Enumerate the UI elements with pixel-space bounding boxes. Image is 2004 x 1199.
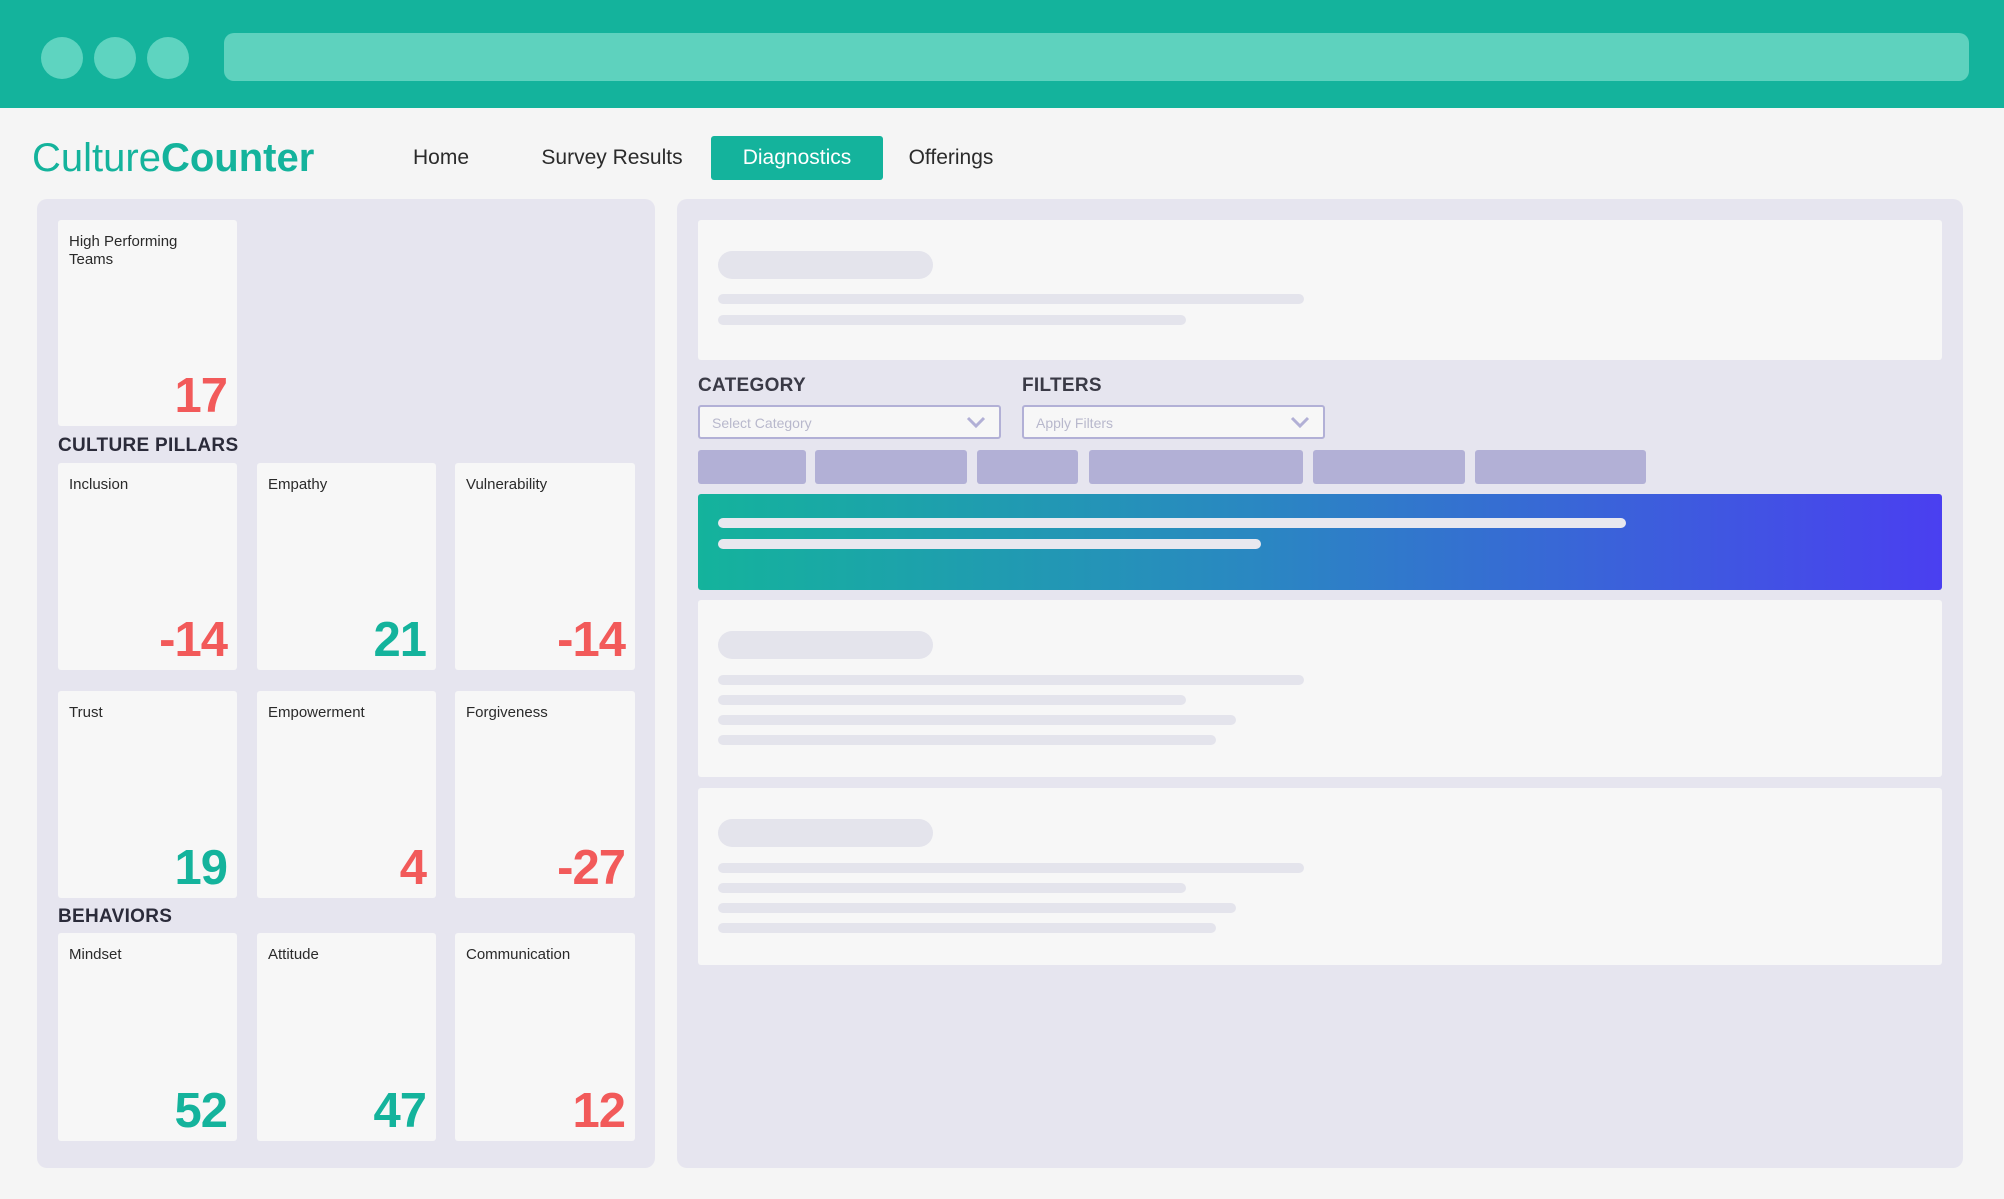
placeholder-line bbox=[718, 923, 1216, 933]
category-select-placeholder: Select Category bbox=[712, 415, 812, 431]
score-card-attitude[interactable]: Attitude 47 bbox=[257, 933, 436, 1141]
score-card-forgiveness[interactable]: Forgiveness -27 bbox=[455, 691, 635, 898]
filter-chip[interactable] bbox=[1089, 450, 1303, 484]
score-card-label: Vulnerability bbox=[466, 476, 548, 493]
chevron-down-icon bbox=[1290, 416, 1310, 429]
placeholder-card-result bbox=[698, 600, 1942, 777]
score-value: 21 bbox=[373, 613, 427, 667]
window-minimize-dot[interactable] bbox=[94, 37, 136, 79]
category-label: CATEGORY bbox=[698, 375, 806, 396]
nav-offerings[interactable]: Offerings bbox=[898, 136, 1004, 180]
score-value: 47 bbox=[373, 1084, 427, 1138]
placeholder-title bbox=[718, 819, 933, 847]
placeholder-line bbox=[718, 675, 1304, 685]
highlight-banner bbox=[698, 494, 1942, 590]
score-card-label: Communication bbox=[466, 946, 571, 963]
score-card-label: High Performing Teams bbox=[69, 233, 178, 268]
score-value: 4 bbox=[399, 841, 427, 895]
filter-chip[interactable] bbox=[977, 450, 1078, 484]
nav-survey-results[interactable]: Survey Results bbox=[530, 136, 694, 180]
score-card-inclusion[interactable]: Inclusion -14 bbox=[58, 463, 237, 670]
score-card-trust[interactable]: Trust 19 bbox=[58, 691, 237, 898]
score-card-label: Trust bbox=[69, 704, 103, 721]
app-logo[interactable]: CultureCounter bbox=[32, 135, 314, 181]
placeholder-line bbox=[718, 903, 1236, 913]
score-card-label: Mindset bbox=[69, 946, 122, 963]
placeholder-line bbox=[718, 715, 1236, 725]
score-card-high-performing-teams[interactable]: High Performing Teams 17 bbox=[58, 220, 237, 426]
score-card-label: Attitude bbox=[268, 946, 319, 963]
filters-select[interactable]: Apply Filters bbox=[1022, 405, 1325, 439]
chevron-down-icon bbox=[966, 416, 986, 429]
placeholder-card-header bbox=[698, 220, 1942, 360]
placeholder-line bbox=[718, 735, 1216, 745]
score-card-mindset[interactable]: Mindset 52 bbox=[58, 933, 237, 1141]
window-maximize-dot[interactable] bbox=[147, 37, 189, 79]
placeholder-line bbox=[718, 315, 1186, 325]
score-value: 52 bbox=[174, 1084, 228, 1138]
filters-label: FILTERS bbox=[1022, 375, 1102, 396]
placeholder-line bbox=[718, 863, 1304, 873]
score-card-label: Forgiveness bbox=[466, 704, 548, 721]
filter-chip[interactable] bbox=[1313, 450, 1465, 484]
score-value: 12 bbox=[572, 1084, 626, 1138]
score-card-communication[interactable]: Communication 12 bbox=[455, 933, 635, 1141]
score-value: -14 bbox=[557, 613, 626, 667]
filter-chip[interactable] bbox=[698, 450, 806, 484]
score-value: 19 bbox=[174, 841, 228, 895]
placeholder-card-result bbox=[698, 788, 1942, 965]
section-title-culture-pillars: CULTURE PILLARS bbox=[58, 435, 239, 456]
logo-text-counter: Counter bbox=[160, 136, 315, 180]
nav-diagnostics[interactable]: Diagnostics bbox=[711, 136, 883, 180]
score-card-empowerment[interactable]: Empowerment 4 bbox=[257, 691, 436, 898]
placeholder-line bbox=[718, 883, 1186, 893]
score-card-label: Empowerment bbox=[268, 704, 365, 721]
browser-toolbar bbox=[0, 0, 2004, 108]
score-card-vulnerability[interactable]: Vulnerability -14 bbox=[455, 463, 635, 670]
category-select[interactable]: Select Category bbox=[698, 405, 1001, 439]
filters-select-placeholder: Apply Filters bbox=[1036, 415, 1114, 431]
address-bar[interactable] bbox=[224, 33, 1969, 81]
nav-home[interactable]: Home bbox=[398, 136, 484, 180]
score-value: 17 bbox=[174, 369, 228, 423]
placeholder-title bbox=[718, 631, 933, 659]
score-value: -27 bbox=[557, 841, 626, 895]
score-value: -14 bbox=[159, 613, 228, 667]
placeholder-line bbox=[718, 695, 1186, 705]
filter-chip[interactable] bbox=[1475, 450, 1646, 484]
section-title-behaviors: BEHAVIORS bbox=[58, 906, 173, 927]
score-card-label: Inclusion bbox=[69, 476, 129, 493]
banner-line bbox=[718, 539, 1261, 549]
score-card-label: Empathy bbox=[268, 476, 328, 493]
score-card-empathy[interactable]: Empathy 21 bbox=[257, 463, 436, 670]
placeholder-title bbox=[718, 251, 933, 279]
placeholder-line bbox=[718, 294, 1304, 304]
banner-line bbox=[718, 518, 1626, 528]
logo-text-culture: Culture bbox=[32, 136, 161, 180]
window-close-dot[interactable] bbox=[41, 37, 83, 79]
filter-chip[interactable] bbox=[815, 450, 967, 484]
